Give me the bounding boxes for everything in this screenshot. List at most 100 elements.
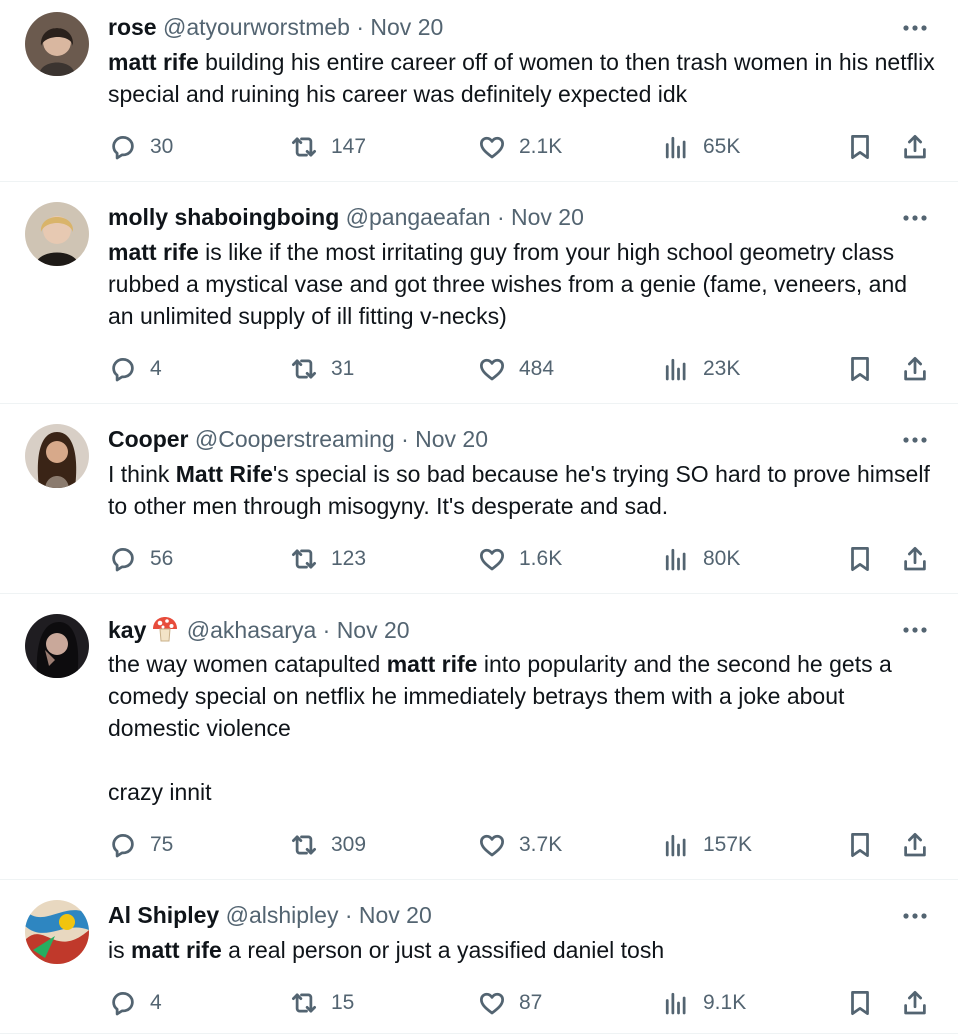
tweet[interactable]: Cooper @Cooperstreaming · Nov 20 I think … — [0, 404, 958, 594]
retweet-arrows-icon — [289, 132, 331, 162]
tweet-text: is matt rife a real person or just a yas… — [108, 937, 665, 963]
separator-dot: · — [496, 204, 505, 230]
views-button[interactable]: 80K — [661, 542, 740, 576]
reply-button[interactable]: 56 — [108, 542, 173, 576]
tweet-text: matt rife building his entire career off… — [108, 49, 935, 107]
more-dots-icon[interactable] — [900, 906, 930, 926]
retweet-count: 31 — [331, 357, 355, 380]
user-handle[interactable]: @atyourworstmeb — [163, 14, 350, 40]
reply-button[interactable]: 30 — [108, 130, 173, 164]
more-dots-icon[interactable] — [900, 430, 930, 450]
more-dots-icon[interactable] — [900, 18, 930, 38]
separator-dot: · — [356, 14, 365, 40]
avatar[interactable] — [25, 614, 89, 678]
bookmark-button[interactable] — [845, 828, 875, 862]
like-button[interactable]: 2.1K — [477, 130, 562, 164]
display-name[interactable]: Cooper — [108, 426, 189, 452]
views-button[interactable]: 157K — [661, 828, 752, 862]
tweet-text: I think Matt Rife's special is so bad be… — [108, 461, 930, 519]
retweet-button[interactable]: 309 — [289, 828, 366, 862]
bar-chart-icon — [661, 544, 703, 574]
like-button[interactable]: 1.6K — [477, 542, 562, 576]
bar-chart-icon — [661, 354, 703, 384]
views-button[interactable]: 65K — [661, 130, 740, 164]
bar-chart-icon — [661, 988, 703, 1018]
tweet-date[interactable]: Nov 20 — [415, 426, 488, 452]
speech-bubble-icon — [108, 132, 150, 162]
bookmark-button[interactable] — [845, 352, 875, 386]
avatar[interactable] — [25, 12, 89, 76]
reply-button[interactable]: 4 — [108, 352, 162, 386]
bookmark-icon — [845, 988, 875, 1018]
views-count: 65K — [703, 135, 741, 158]
bar-chart-icon — [661, 132, 703, 162]
user-handle[interactable]: @alshipley — [226, 902, 339, 928]
tweet[interactable]: rose @atyourworstmeb · Nov 20 matt rife b… — [0, 0, 958, 182]
tweet-date[interactable]: Nov 20 — [511, 204, 584, 230]
tweet-text: matt rife is like if the most irritating… — [108, 239, 908, 329]
tweet[interactable]: kay @akhasarya · Nov 20 the way women cat… — [0, 594, 958, 880]
tweet-header: molly shaboingboing @pangaeafan · Nov 20 — [108, 202, 584, 232]
speech-bubble-icon — [108, 544, 150, 574]
tweet-actions: 30 147 2.1K 65K — [0, 130, 958, 164]
retweet-button[interactable]: 123 — [289, 542, 366, 576]
tweet-date[interactable]: Nov 20 — [359, 902, 432, 928]
display-name[interactable]: molly shaboingboing — [108, 204, 339, 230]
tweet[interactable]: Al Shipley @alshipley · Nov 20 is matt ri… — [0, 880, 958, 1034]
retweet-count: 15 — [331, 991, 355, 1014]
views-button[interactable]: 23K — [661, 352, 740, 386]
like-count: 3.7K — [519, 833, 563, 856]
tweet-date[interactable]: Nov 20 — [337, 617, 410, 643]
retweet-arrows-icon — [289, 988, 331, 1018]
tweet-date[interactable]: Nov 20 — [370, 14, 443, 40]
like-button[interactable]: 3.7K — [477, 828, 562, 862]
more-dots-icon[interactable] — [900, 208, 930, 228]
like-count: 2.1K — [519, 135, 563, 158]
share-button[interactable] — [900, 986, 930, 1020]
retweet-button[interactable]: 31 — [289, 352, 354, 386]
avatar[interactable] — [25, 202, 89, 266]
display-name[interactable]: rose — [108, 14, 157, 40]
separator-dot: · — [401, 426, 409, 452]
user-handle[interactable]: @akhasarya — [187, 617, 316, 643]
tweet-header: kay @akhasarya · Nov 20 — [108, 614, 410, 645]
share-button[interactable] — [900, 828, 930, 862]
views-button[interactable]: 9.1K — [661, 986, 746, 1020]
reply-count: 4 — [150, 991, 162, 1014]
heart-icon — [477, 132, 519, 162]
avatar[interactable] — [25, 900, 89, 964]
bookmark-icon — [845, 354, 875, 384]
reply-button[interactable]: 4 — [108, 986, 162, 1020]
like-count: 484 — [519, 357, 555, 380]
more-dots-icon[interactable] — [900, 620, 930, 640]
retweet-count: 309 — [331, 833, 367, 856]
views-count: 9.1K — [703, 991, 747, 1014]
tweet-actions: 4 15 87 9.1K — [0, 986, 958, 1020]
bookmark-button[interactable] — [845, 542, 875, 576]
bookmark-button[interactable] — [845, 986, 875, 1020]
user-handle[interactable]: @pangaeafan — [346, 204, 491, 230]
share-button[interactable] — [900, 352, 930, 386]
display-name[interactable]: kay — [108, 617, 146, 643]
tweet[interactable]: molly shaboingboing @pangaeafan · Nov 20… — [0, 182, 958, 404]
like-button[interactable]: 87 — [477, 986, 542, 1020]
display-name[interactable]: Al Shipley — [108, 902, 219, 928]
user-handle[interactable]: @Cooperstreaming — [195, 426, 395, 452]
like-button[interactable]: 484 — [477, 352, 554, 386]
heart-icon — [477, 988, 519, 1018]
retweet-button[interactable]: 147 — [289, 130, 366, 164]
reply-button[interactable]: 75 — [108, 828, 173, 862]
retweet-count: 147 — [331, 135, 367, 158]
tweet-text: the way women catapulted matt rife into … — [108, 651, 892, 805]
share-button[interactable] — [900, 542, 930, 576]
bookmark-button[interactable] — [845, 130, 875, 164]
avatar[interactable] — [25, 424, 89, 488]
retweet-button[interactable]: 15 — [289, 986, 354, 1020]
bookmark-icon — [845, 132, 875, 162]
tweet-actions: 56 123 1.6K 80K — [0, 542, 958, 576]
reply-count: 4 — [150, 357, 162, 380]
views-count: 80K — [703, 547, 741, 570]
retweet-count: 123 — [331, 547, 367, 570]
views-count: 23K — [703, 357, 741, 380]
share-button[interactable] — [900, 130, 930, 164]
